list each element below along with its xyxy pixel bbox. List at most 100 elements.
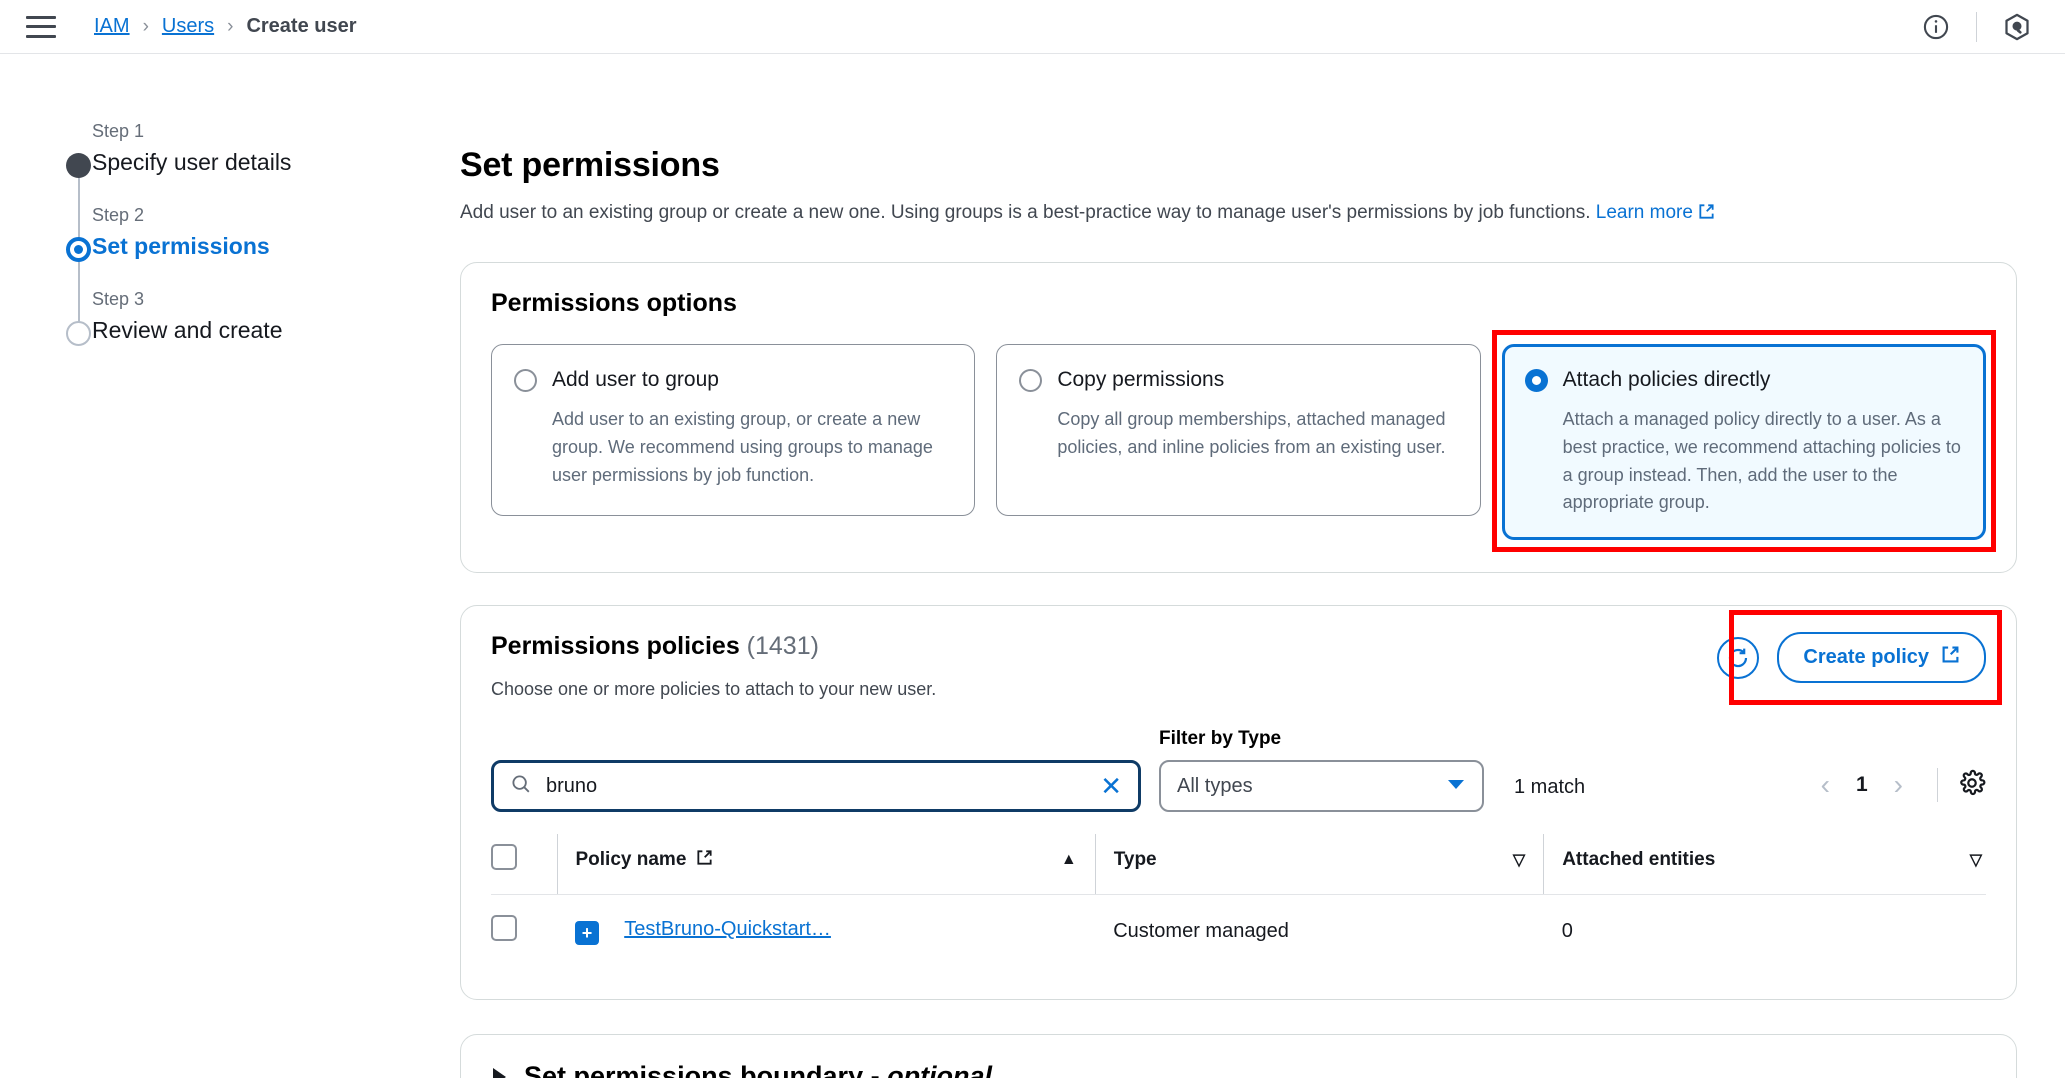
column-attached-entities-inner: Attached entities ▽ bbox=[1562, 849, 1986, 871]
policies-heading-block: Permissions policies (1431) Choose one o… bbox=[491, 632, 936, 700]
breadcrumb-item-iam[interactable]: IAM bbox=[94, 15, 130, 38]
search-input[interactable]: bruno ✕ bbox=[491, 760, 1141, 813]
column-type-label: Type bbox=[1113, 849, 1157, 871]
info-circle-icon[interactable] bbox=[1910, 1, 1962, 53]
filter-by-type-group: Filter by Type All types bbox=[1159, 728, 1484, 813]
match-count-text: 1 match bbox=[1514, 776, 1586, 799]
search-input-value[interactable]: bruno bbox=[546, 775, 1086, 798]
sort-icon[interactable]: ▽ bbox=[1513, 850, 1543, 870]
step-label: Specify user details bbox=[92, 149, 292, 175]
breadcrumb: IAM › Users › Create user bbox=[94, 15, 357, 38]
step-label: Review and create bbox=[92, 317, 283, 343]
column-policy-name[interactable]: Policy name ▲ bbox=[556, 834, 1096, 896]
create-policy-button[interactable]: Create policy bbox=[1777, 632, 1986, 684]
step-number: Step 1 bbox=[92, 121, 145, 141]
sort-ascending-icon[interactable]: ▲ bbox=[1061, 851, 1095, 869]
row-attached-entities-cell: 0 bbox=[1561, 919, 1573, 942]
main-content: Set permissions Add user to an existing … bbox=[460, 54, 2065, 1078]
table-row[interactable]: + TestBruno-Quickstart… Customer managed… bbox=[491, 895, 1986, 968]
sidebar-step-2[interactable]: Step 2 Set permissions bbox=[30, 200, 460, 327]
option-header: Attach policies directly bbox=[1524, 367, 1963, 393]
option-attach-policies-directly[interactable]: Attach policies directly Attach a manage… bbox=[1501, 343, 1986, 541]
chevron-down-icon bbox=[1446, 777, 1466, 796]
external-link-icon[interactable] bbox=[1698, 201, 1715, 230]
step-number: Step 2 bbox=[92, 205, 145, 225]
boundary-title-text: Set permissions boundary - bbox=[524, 1061, 888, 1078]
boundary-optional-text: optional bbox=[887, 1061, 993, 1078]
search-icon bbox=[510, 773, 532, 800]
chevron-left-icon[interactable]: ‹ bbox=[1807, 769, 1844, 801]
step-marker-done-icon bbox=[66, 153, 91, 178]
hamburger-menu-icon[interactable] bbox=[26, 15, 56, 38]
step-marker-current-icon bbox=[66, 237, 91, 262]
aws-q-hexagon-icon[interactable] bbox=[1991, 1, 2043, 53]
column-type-inner: Type ▽ bbox=[1114, 849, 1544, 871]
policies-count: (1431) bbox=[746, 632, 819, 661]
option-title: Add user to group bbox=[552, 367, 719, 391]
caret-right-icon[interactable] bbox=[493, 1067, 506, 1078]
create-policy-label: Create policy bbox=[1803, 646, 1929, 669]
sidebar-step-1[interactable]: Step 1 Specify user details bbox=[30, 116, 460, 243]
option-title: Copy permissions bbox=[1057, 367, 1225, 391]
option-description: Attach a managed policy directly to a us… bbox=[1562, 408, 1961, 513]
expand-plus-icon[interactable]: + bbox=[575, 920, 599, 945]
step-marker-todo-icon bbox=[66, 321, 91, 346]
radio-add-user-to-group[interactable] bbox=[514, 368, 537, 392]
policies-subtitle: Choose one or more policies to attach to… bbox=[491, 679, 937, 700]
policies-table-head: Policy name ▲ Type ▽ Attached entities ▽ bbox=[491, 834, 1986, 896]
option-add-user-to-group[interactable]: Add user to group Add user to an existin… bbox=[491, 343, 976, 516]
option-wrapper-attach-policies-directly: Attach policies directly Attach a manage… bbox=[1491, 329, 1996, 553]
policies-table: Policy name ▲ Type ▽ Attached entities ▽… bbox=[491, 834, 1986, 967]
filter-by-type-select[interactable]: All types bbox=[1159, 760, 1484, 813]
row-policy-name-cell: + TestBruno-Quickstart… bbox=[557, 895, 1095, 968]
filter-by-type-label: Filter by Type bbox=[1159, 728, 1282, 750]
row-type-cell: Customer managed bbox=[1113, 919, 1289, 942]
pagination: ‹ 1 › bbox=[1807, 768, 1986, 803]
column-attached-entities-label: Attached entities bbox=[1562, 849, 1716, 871]
wizard-stepper-sidebar: Step 1 Specify user details Step 2 Set p… bbox=[0, 54, 460, 1078]
column-attached-entities[interactable]: Attached entities ▽ bbox=[1543, 834, 1986, 896]
policies-table-body: + TestBruno-Quickstart… Customer managed… bbox=[491, 895, 1986, 968]
radio-attach-policies-directly[interactable] bbox=[1524, 368, 1548, 392]
sort-icon[interactable]: ▽ bbox=[1970, 850, 1986, 870]
policies-heading-text: Permissions policies bbox=[491, 632, 740, 661]
permissions-options-container: Permissions options Add user to group Ad… bbox=[460, 261, 2017, 574]
page-description: Add user to an existing group or create … bbox=[460, 199, 2017, 230]
policies-filters: bruno ✕ Filter by Type All types 1 match… bbox=[491, 728, 1986, 813]
option-copy-permissions[interactable]: Copy permissions Copy all group membersh… bbox=[996, 343, 1481, 516]
policy-name-link[interactable]: TestBruno-Quickstart… bbox=[624, 918, 831, 940]
breadcrumb-separator-icon: › bbox=[142, 15, 149, 37]
column-type[interactable]: Type ▽ bbox=[1094, 834, 1544, 896]
external-link-icon bbox=[1941, 645, 1960, 670]
policies-header: Permissions policies (1431) Choose one o… bbox=[491, 610, 2002, 706]
page-title: Set permissions bbox=[460, 146, 720, 184]
filter-by-type-value: All types bbox=[1177, 774, 1253, 797]
set-permissions-boundary-expander[interactable]: Set permissions boundary - optional bbox=[460, 1034, 2017, 1078]
gear-icon[interactable] bbox=[1958, 769, 1986, 802]
row-checkbox[interactable] bbox=[491, 915, 517, 942]
policies-actions: Create policy bbox=[1717, 610, 2002, 706]
top-navigation-bar: IAM › Users › Create user bbox=[0, 0, 2065, 54]
sidebar-step-3[interactable]: Step 3 Review and create bbox=[30, 284, 460, 368]
learn-more-link[interactable]: Learn more bbox=[1596, 202, 1693, 223]
external-link-icon[interactable] bbox=[696, 849, 713, 872]
option-title: Attach policies directly bbox=[1562, 367, 1771, 391]
breadcrumb-item-users[interactable]: Users bbox=[162, 15, 214, 38]
select-all-checkbox[interactable] bbox=[491, 844, 517, 871]
pagination-page-number[interactable]: 1 bbox=[1848, 773, 1876, 797]
option-wrapper-copy-permissions: Copy permissions Copy all group membersh… bbox=[996, 343, 1481, 541]
top-bar-actions bbox=[1910, 1, 2043, 53]
table-header-row: Policy name ▲ Type ▽ Attached entities ▽ bbox=[491, 834, 1986, 896]
row-select-cell bbox=[491, 895, 557, 968]
chevron-right-icon[interactable]: › bbox=[1880, 769, 1917, 801]
column-policy-name-label: Policy name bbox=[575, 849, 687, 871]
step-number: Step 3 bbox=[92, 289, 145, 309]
option-description: Add user to an existing group, or create… bbox=[552, 408, 933, 485]
column-policy-name-inner: Policy name ▲ bbox=[576, 849, 1095, 872]
radio-copy-permissions[interactable] bbox=[1019, 368, 1043, 392]
pagination-divider bbox=[1937, 768, 1938, 803]
permissions-policies-container: Permissions policies (1431) Choose one o… bbox=[460, 605, 2017, 1001]
page-description-text: Add user to an existing group or create … bbox=[460, 202, 1591, 223]
step-label: Set permissions bbox=[92, 233, 270, 259]
close-x-icon[interactable]: ✕ bbox=[1100, 773, 1122, 799]
